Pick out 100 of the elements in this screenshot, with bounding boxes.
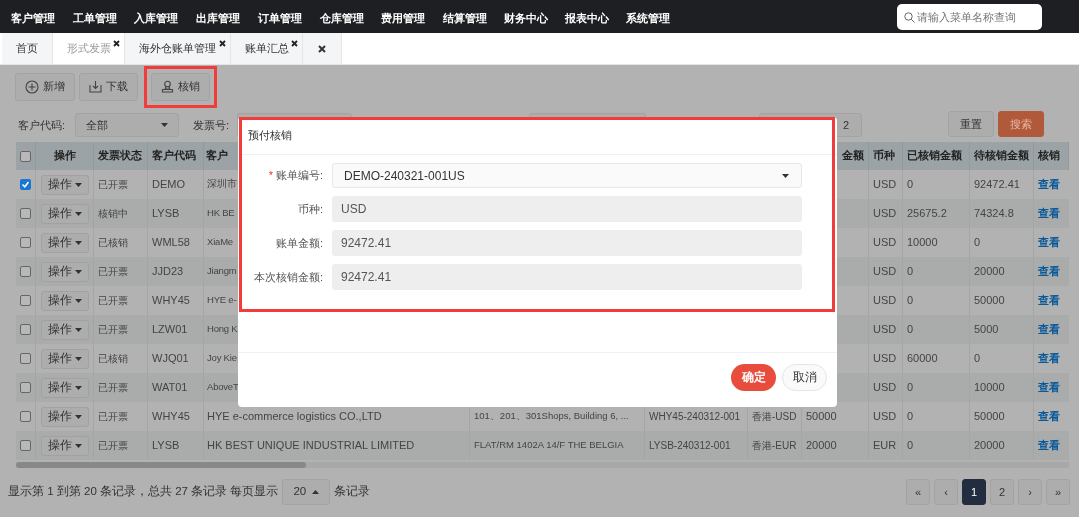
operation-dropdown[interactable]: 操作 xyxy=(40,290,89,311)
tab[interactable]: 账单汇总 xyxy=(231,33,303,64)
reset-button[interactable]: 重置 xyxy=(948,111,994,137)
table-cell-text: USD xyxy=(873,351,897,367)
page-button[interactable]: ‹ xyxy=(934,479,958,505)
table-cell: FLAT/RM 1402A 14/F THE BELGIA xyxy=(474,438,624,453)
table-cell-text: 20000 xyxy=(974,438,1005,454)
table-cell: AboveT xyxy=(207,380,239,395)
table-cell-text: LYSB xyxy=(152,438,180,454)
checkbox[interactable] xyxy=(20,324,31,335)
checkbox[interactable] xyxy=(20,179,31,190)
table-cell-text: USD xyxy=(873,380,897,396)
operation-dropdown[interactable]: 操作 xyxy=(40,348,89,369)
caret-icon xyxy=(312,490,320,494)
detail-link[interactable]: 查看 xyxy=(1038,176,1060,193)
table-cell: Jiangm xyxy=(207,264,237,279)
toolbar-button[interactable]: 下载 xyxy=(79,72,138,101)
table-cell-text: USD xyxy=(873,293,897,309)
detail-link[interactable]: 查看 xyxy=(1038,321,1060,338)
checkbox[interactable] xyxy=(20,237,31,248)
column-header: 已核销金额 xyxy=(907,148,962,164)
nav-item[interactable]: 财务中心 xyxy=(504,10,548,27)
search-field[interactable]: 请输入菜单名称查询 xyxy=(897,4,1042,30)
nav-item[interactable]: 结算管理 xyxy=(443,10,487,27)
readonly-field: 92472.41 xyxy=(332,264,802,290)
checkbox[interactable] xyxy=(20,382,31,393)
table-cell-text: 25675.2 xyxy=(907,206,947,222)
operation-dropdown[interactable]: 操作 xyxy=(40,261,89,282)
table-cell-text: 已核销 xyxy=(98,236,128,250)
checkbox[interactable] xyxy=(20,353,31,364)
detail-link[interactable]: 查看 xyxy=(1038,379,1060,396)
toolbar-button[interactable]: 新增 xyxy=(15,72,75,101)
cancel-button[interactable]: 取消 xyxy=(782,364,827,391)
table-cell-text: WAT01 xyxy=(152,380,188,396)
page-button[interactable]: 2 xyxy=(990,479,1014,505)
table-cell-text: 已开票 xyxy=(98,439,128,453)
checkbox[interactable] xyxy=(20,150,31,162)
detail-link[interactable]: 查看 xyxy=(1038,234,1060,251)
detail-link[interactable]: 查看 xyxy=(1038,408,1060,425)
page-size-select[interactable]: 20 xyxy=(282,479,331,505)
nav-item[interactable]: 客户管理 xyxy=(11,10,55,27)
table-cell-text: USD xyxy=(873,177,897,193)
nav-item[interactable]: 系统管理 xyxy=(626,10,670,27)
detail-link[interactable]: 查看 xyxy=(1038,263,1060,280)
checkbox[interactable] xyxy=(20,208,31,219)
table-cell-text: 60000 xyxy=(907,351,938,367)
field-label: 账单编号: xyxy=(275,168,323,184)
toolbar-button[interactable]: 核销 xyxy=(151,72,210,101)
caret-icon xyxy=(74,414,82,419)
operation-dropdown[interactable]: 操作 xyxy=(40,203,89,224)
checkbox[interactable] xyxy=(20,295,31,306)
table-cell-text: EUR xyxy=(873,438,897,454)
scrollbar-thumb[interactable] xyxy=(16,462,306,468)
checkbox[interactable] xyxy=(20,266,31,277)
nav-item[interactable]: 工单管理 xyxy=(73,10,117,27)
operation-dropdown[interactable]: 操作 xyxy=(40,232,89,253)
nav-item[interactable]: 订单管理 xyxy=(258,10,302,27)
page-button[interactable]: « xyxy=(906,479,930,505)
operation-dropdown[interactable]: 操作 xyxy=(40,406,89,427)
checkbox[interactable] xyxy=(20,440,31,451)
table-cell-text: 已开票 xyxy=(98,294,128,308)
page-button[interactable]: › xyxy=(1018,479,1042,505)
stamp-icon xyxy=(161,80,174,93)
table-cell-text: USD xyxy=(873,322,897,338)
operation-dropdown[interactable]: 操作 xyxy=(40,435,89,456)
operation-dropdown[interactable]: 操作 xyxy=(40,377,89,398)
close-all-tab[interactable] xyxy=(303,33,342,64)
bill-number-select[interactable]: DEMO-240321-001US xyxy=(332,163,802,188)
nav-item[interactable]: 仓库管理 xyxy=(320,10,364,27)
nav-item[interactable]: 费用管理 xyxy=(381,10,425,27)
nav-item[interactable]: 入库管理 xyxy=(134,10,178,27)
confirm-button[interactable]: 确定 xyxy=(731,364,776,391)
detail-link[interactable]: 查看 xyxy=(1038,292,1060,309)
checkbox[interactable] xyxy=(20,411,31,422)
table-cell: HYE e- xyxy=(207,293,237,308)
check-icon xyxy=(21,180,30,189)
tab-close-button[interactable] xyxy=(291,40,298,47)
table-cell-text: LZW01 xyxy=(152,322,188,338)
page-button[interactable]: 1 xyxy=(962,479,986,505)
table-cell-text: 已开票 xyxy=(98,178,128,192)
tab[interactable]: 首页 xyxy=(2,33,53,64)
column-header: 客户 xyxy=(206,148,228,164)
column-header: 核销 xyxy=(1038,148,1060,164)
field-label: 本次核销金额: xyxy=(253,269,323,285)
table-cell-text: 香港-EUR xyxy=(752,439,797,453)
detail-link[interactable]: 查看 xyxy=(1038,350,1060,367)
operation-dropdown[interactable]: 操作 xyxy=(40,174,89,195)
detail-link[interactable]: 查看 xyxy=(1038,205,1060,222)
tab-close-button[interactable] xyxy=(219,40,226,47)
table-cell-text: 10000 xyxy=(907,235,938,251)
nav-item[interactable]: 出库管理 xyxy=(196,10,240,27)
operation-dropdown[interactable]: 操作 xyxy=(40,319,89,340)
nav-item[interactable]: 报表中心 xyxy=(565,10,609,27)
tab[interactable]: 海外仓账单管理 xyxy=(125,33,231,64)
table-cell-text: 已开票 xyxy=(98,410,128,424)
table-cell-text: 已开票 xyxy=(98,323,128,337)
customer-code-select[interactable]: 全部 xyxy=(75,113,180,137)
page-button[interactable]: » xyxy=(1046,479,1070,505)
detail-link[interactable]: 查看 xyxy=(1038,437,1060,454)
tab-close-button[interactable] xyxy=(113,40,120,47)
